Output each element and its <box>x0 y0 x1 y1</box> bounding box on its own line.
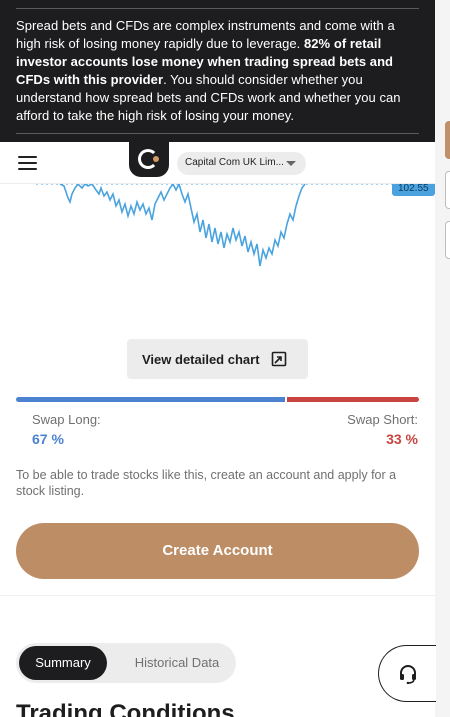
risk-warning-banner: Spread bets and CFDs are complex instrum… <box>0 0 435 142</box>
swap-long-label: Swap Long: <box>32 412 101 427</box>
hamburger-menu-icon[interactable] <box>18 156 38 170</box>
tab-summary[interactable]: Summary <box>19 646 107 680</box>
stock-listing-notice: To be able to trade stocks like this, cr… <box>16 468 397 498</box>
swap-short-label: Swap Short: <box>347 412 418 427</box>
side-panel-button[interactable] <box>445 121 450 159</box>
expand-icon <box>271 351 287 367</box>
banner-divider <box>16 133 419 134</box>
support-button[interactable] <box>378 645 436 702</box>
entity-selector[interactable]: Capital Com UK Lim... <box>177 152 306 175</box>
price-line-chart <box>36 181 392 267</box>
view-detailed-chart-button[interactable]: View detailed chart <box>127 339 308 379</box>
swap-ratio-bar <box>16 397 419 402</box>
create-account-button[interactable]: Create Account <box>16 523 419 579</box>
section-title: Trading Conditions <box>16 700 235 717</box>
view-detailed-chart-label: View detailed chart <box>142 352 260 367</box>
swap-long-value: 67 % <box>32 431 64 447</box>
create-account-label: Create Account <box>162 542 273 559</box>
capital-com-logo[interactable] <box>129 142 169 177</box>
chevron-down-icon <box>286 161 296 166</box>
banner-divider <box>16 8 419 9</box>
side-panel-button[interactable] <box>445 171 450 209</box>
swap-short-value: 33 % <box>386 431 418 447</box>
side-panel-edge <box>435 0 450 717</box>
current-price-tag: 102.55 <box>392 184 435 196</box>
entity-selector-label: Capital Com UK Lim... <box>185 157 284 168</box>
data-tabs: Summary Historical Data <box>16 643 236 683</box>
risk-warning-text: Spread bets and CFDs are complex instrum… <box>16 18 401 123</box>
swap-long-bar <box>16 397 285 402</box>
swap-short-bar <box>287 397 419 402</box>
site-header: Capital Com UK Lim... <box>0 142 435 184</box>
price-series-line <box>59 181 306 267</box>
price-chart[interactable]: 102.55 <box>0 181 435 334</box>
headset-support-icon <box>400 665 416 684</box>
tab-historical-data[interactable]: Historical Data <box>120 646 234 680</box>
side-panel-button[interactable] <box>445 221 450 259</box>
